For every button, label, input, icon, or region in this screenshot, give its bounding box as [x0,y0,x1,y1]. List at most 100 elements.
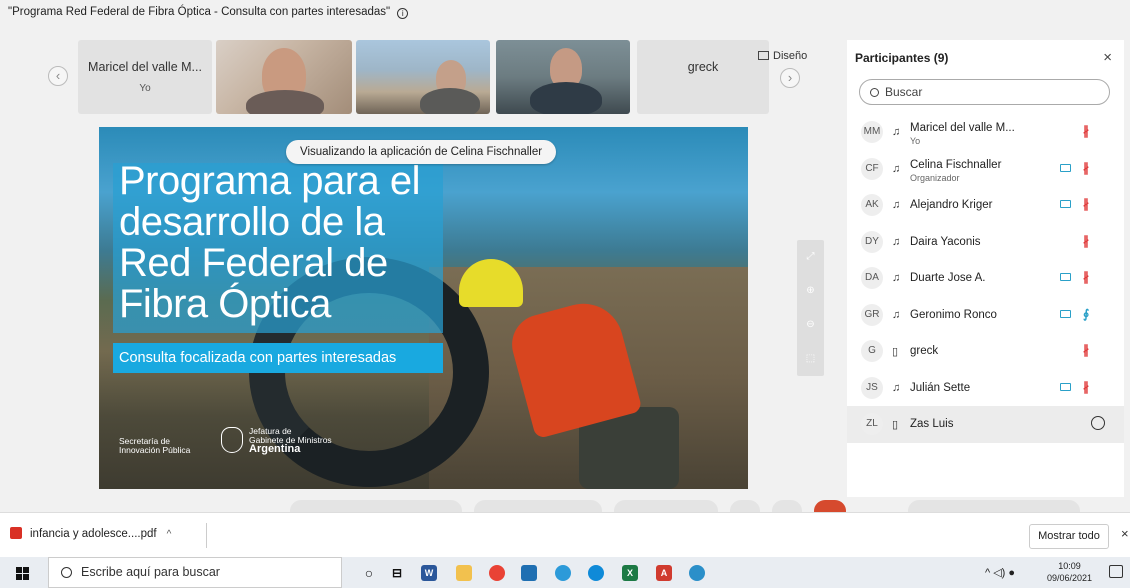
raise-hand-icon[interactable] [1091,416,1105,430]
clock-date: 09/06/2021 [1047,573,1093,583]
camera-icon [1060,273,1071,281]
leave-button[interactable] [814,500,846,512]
participant-role: Organizador [910,172,960,183]
headset-icon: ♫ [892,126,901,138]
video-tile-greck[interactable]: greck [637,40,769,114]
layout-label: Diseño [773,50,808,62]
seal-icon [221,427,243,453]
microphone-muted-icon: ∦ [1083,379,1089,394]
participant-name: Daira Yaconis [910,236,981,248]
excel-icon[interactable]: X [622,565,638,581]
toolbar-button[interactable] [290,500,462,512]
close-icon[interactable]: × [1103,49,1112,66]
avatar: AK [861,194,883,216]
logo-text: Innovación Pública [119,445,191,455]
avatar: G [861,340,883,362]
system-tray[interactable]: ^ ◁) ● [985,566,1015,579]
toolbar-button[interactable] [908,500,1080,512]
divider [206,523,207,548]
show-all-button[interactable]: Mostrar todo [1029,524,1109,549]
avatar: DY [861,230,883,253]
shared-screen: Programa para el desarrollo de la Red Fe… [99,127,748,489]
close-icon[interactable]: × [1121,526,1129,541]
participant-row[interactable]: GR ♫ Geronimo Ronco ∮ [847,297,1124,334]
taskbar-search-input[interactable]: Escribe aquí para buscar [48,557,342,588]
participant-name-text: Daira Yaconis [910,235,981,248]
toolbar-button[interactable] [772,500,802,512]
downloads-bar: infancia y adolesce....pdf ^ Mostrar todo… [0,512,1130,557]
participant-row[interactable]: DY ♫ Daira Yaconis ∦ [847,224,1124,261]
chevron-left-icon[interactable]: ‹ [48,66,68,86]
participant-row[interactable]: JS ♫ Julián Sette ∦ [847,370,1124,407]
tile-subtitle: Yo [139,83,151,94]
video-tile-participant[interactable] [496,40,630,114]
participant-row[interactable]: CF ♫ Celina Fischnaller Organizador ∦ [847,151,1124,188]
task-view-icon[interactable]: ⊟ [389,565,405,581]
participant-search-input[interactable]: Buscar [859,79,1110,105]
toolbar-button[interactable] [614,500,718,512]
participant-name-text: Alejandro Kriger [910,199,993,211]
chevron-up-icon[interactable]: ^ [167,529,172,540]
slide-subtitle: Consulta focalizada con partes interesad… [113,343,443,373]
participant-name: Alejandro Kriger [910,199,992,211]
participant-row[interactable]: ZL ▯ Zas Luis [847,406,1124,443]
avatar: MM [861,121,883,143]
meeting-title: "Programa Red Federal de Fibra Óptica - … [8,6,409,19]
acrobat-icon[interactable]: A [656,565,672,581]
fullscreen-icon[interactable]: ⤢ [797,240,824,274]
windows-start-icon[interactable] [16,567,29,580]
logo-jefatura: Jefatura de Gabinete de Ministros Argent… [221,427,332,455]
participant-name: Zas Luis [910,418,953,430]
avatar: ZL [861,413,883,435]
browser-icon[interactable] [588,565,604,581]
participant-name-text: Julián Sette [910,381,971,394]
video-tile-participant[interactable] [356,40,490,114]
toolbar-button[interactable] [474,500,602,512]
fit-icon[interactable]: ⬚ [797,342,824,376]
video-tile-participant[interactable] [216,40,352,114]
microphone-muted-icon: ∦ [1083,124,1089,138]
info-icon[interactable]: i [397,8,409,19]
meeting-toolbar [290,500,1110,512]
participant-row[interactable]: MM ♫ Maricel del valle M... Yo ∦ [847,114,1124,151]
zoom-controls: ⤢ ⊕ ⊖ ⬚ [797,240,824,376]
layout-button[interactable]: Diseño [758,50,807,62]
zoom-in-icon[interactable]: ⊕ [797,274,824,308]
download-file-name: infancia y adolesce....pdf [30,528,157,540]
avatar: GR [861,303,883,326]
zoom-out-icon[interactable]: ⊖ [797,308,824,342]
phone-icon: ▯ [892,419,899,431]
headset-icon: ♫ [892,308,901,321]
video-tile-self[interactable]: Maricel del valle M... Yo [78,40,212,114]
clock[interactable]: 10:09 09/06/2021 [1047,560,1092,584]
participant-name-text: Zas Luis [910,418,954,430]
search-icon [61,567,72,578]
microphone-icon: ∮ [1083,306,1090,321]
download-item[interactable]: infancia y adolesce....pdf ^ [10,527,171,540]
logo-secretaria: Secretaría de Innovación Pública [119,437,190,455]
microphone-muted-icon: ∦ [1083,343,1089,357]
participant-name-text: greck [910,345,939,357]
notification-icon[interactable] [1109,565,1123,578]
app-icon[interactable] [689,565,705,581]
participant-row[interactable]: AK ♫ Alejandro Kriger ∦ [847,187,1124,224]
chrome-icon[interactable] [489,565,505,581]
cortana-icon[interactable]: ○ [361,565,377,581]
participant-row[interactable]: G ▯ greck ∦ [847,333,1124,370]
participant-name-text: Celina Fischnaller [910,158,1002,171]
panel-title: Participantes (9) [855,51,949,65]
mail-icon[interactable] [521,565,537,581]
toolbar-button[interactable] [730,500,760,512]
viewing-indicator[interactable]: Visualizando la aplicación de Celina Fis… [286,140,557,164]
camera-icon [1060,382,1071,391]
participant-name: greck [910,345,938,357]
edge-icon[interactable] [555,565,571,581]
participant-row[interactable]: DA ♫ Duarte Jose A. ∦ [847,260,1124,297]
file-explorer-icon[interactable] [456,565,472,581]
word-icon[interactable]: W [421,565,437,581]
chevron-right-icon[interactable]: › [780,68,800,88]
clock-time: 10:09 [1058,561,1081,571]
participant-name: Celina Fischnaller Organizador [910,159,1001,184]
microphone-muted-icon: ∦ [1083,197,1089,211]
avatar: JS [861,376,883,399]
